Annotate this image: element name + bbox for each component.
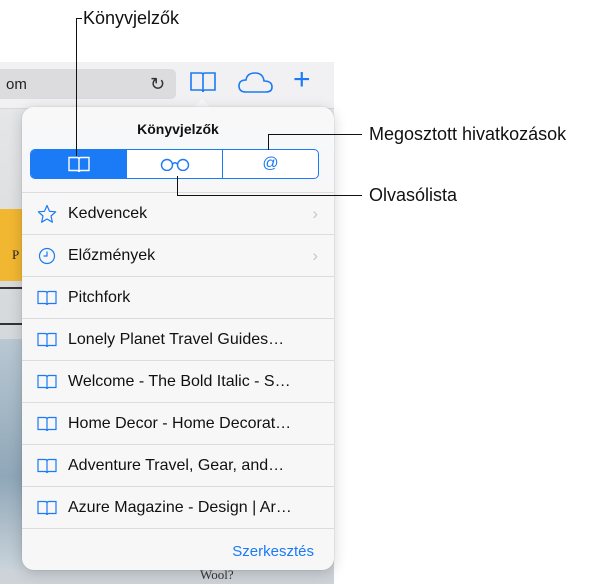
book-icon xyxy=(34,458,60,474)
icloud-tabs-button[interactable] xyxy=(238,70,274,99)
callout-reading-list: Olvasólista xyxy=(369,185,458,205)
list-item-favorites[interactable]: Kedvencek › xyxy=(22,192,334,234)
book-icon xyxy=(34,416,60,432)
background-photo xyxy=(0,339,22,569)
chevron-right-icon: › xyxy=(312,246,318,265)
list-item-label: Pitchfork xyxy=(68,288,131,306)
callout-line xyxy=(76,18,82,19)
segment-shared-links[interactable]: @ xyxy=(222,150,318,178)
list-item-label: Adventure Travel, Gear, and… xyxy=(68,456,285,474)
background-image xyxy=(0,209,22,281)
bookmarks-button[interactable] xyxy=(190,71,216,98)
list-item-label: Kedvencek xyxy=(68,204,148,222)
at-icon: @ xyxy=(262,155,279,172)
divider xyxy=(0,323,22,325)
callout-line xyxy=(76,18,77,156)
bookmark-row[interactable]: Lonely Planet Travel Guides… xyxy=(22,318,334,360)
segment-reading-list[interactable] xyxy=(126,150,222,178)
book-icon xyxy=(34,332,60,348)
list-item-label: Előzmények xyxy=(68,246,156,264)
edit-button[interactable]: Szerkesztés xyxy=(232,543,314,560)
list-item-history[interactable]: Előzmények › xyxy=(22,234,334,276)
book-icon xyxy=(34,500,60,516)
book-icon xyxy=(34,374,60,390)
list-item-label: Lonely Planet Travel Guides… xyxy=(68,330,285,348)
address-field[interactable]: om ↻ xyxy=(0,69,176,99)
chevron-right-icon: › xyxy=(312,204,318,223)
bookmark-row[interactable]: Azure Magazine - Design | Ar… xyxy=(22,486,334,529)
bookmark-row[interactable]: Home Decor - Home Decorat… xyxy=(22,402,334,444)
list-item-label: Azure Magazine - Design | Ar… xyxy=(68,498,292,516)
bookmarks-segmented-control: @ xyxy=(30,149,319,179)
bookmark-row[interactable]: Adventure Travel, Gear, and… xyxy=(22,444,334,486)
bookmark-row[interactable]: Pitchfork xyxy=(22,276,334,318)
background-text: P xyxy=(12,247,20,262)
book-icon xyxy=(34,290,60,306)
callout-line xyxy=(268,134,269,150)
callout-line xyxy=(268,134,362,135)
callout-line xyxy=(177,195,362,196)
callout-bookmarks: Könyvjelzők xyxy=(83,8,180,28)
callout-shared-links: Megosztott hivatkozások xyxy=(369,124,567,144)
list-item-label: Welcome - The Bold Italic - S… xyxy=(68,372,291,390)
address-text: om xyxy=(6,76,27,93)
divider xyxy=(0,287,22,289)
reload-icon[interactable]: ↻ xyxy=(150,74,165,95)
clock-icon xyxy=(34,247,60,265)
browser-toolbar: om ↻ + xyxy=(0,62,334,109)
star-icon xyxy=(34,204,60,224)
book-icon xyxy=(190,72,216,93)
new-tab-button[interactable]: + xyxy=(293,65,311,95)
glasses-icon xyxy=(160,158,189,171)
book-icon xyxy=(67,156,90,172)
segment-bookmarks[interactable] xyxy=(31,150,126,178)
bookmarks-list: Kedvencek › Előzmények › Pitchfork Lonel… xyxy=(22,192,334,529)
list-item-label: Home Decor - Home Decorat… xyxy=(68,414,292,432)
bookmark-row[interactable]: Welcome - The Bold Italic - S… xyxy=(22,360,334,402)
callout-line xyxy=(177,176,178,196)
cloud-icon xyxy=(238,72,273,93)
bookmarks-popover: Könyvjelzők @ Kedvencek › Előzmények › P… xyxy=(22,107,334,570)
